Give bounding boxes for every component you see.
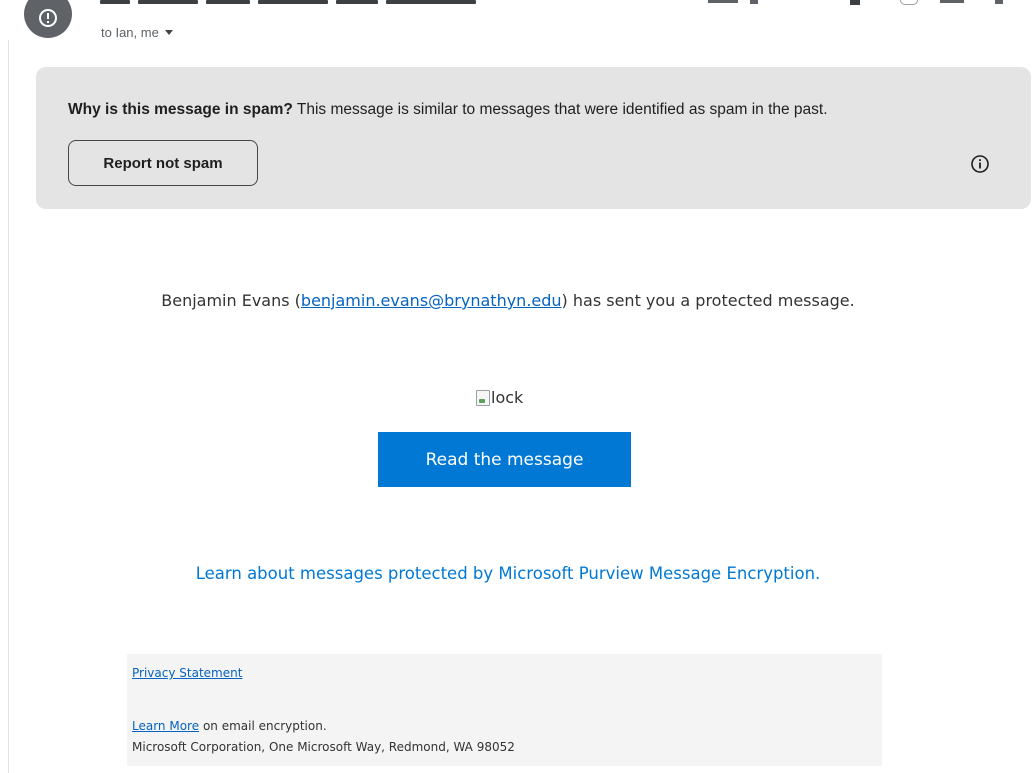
sender-line: Benjamin Evans (benjamin.evans@brynathyn… bbox=[161, 291, 855, 310]
spam-reason: Why is this message in spam? This messag… bbox=[68, 101, 828, 119]
report-not-spam-button[interactable]: Report not spam bbox=[68, 140, 258, 186]
learn-about-encryption-link[interactable]: Learn about messages protected by Micros… bbox=[163, 562, 853, 585]
privacy-statement-link[interactable]: Privacy Statement bbox=[132, 666, 242, 680]
encryption-footer: Privacy Statement Learn More on email en… bbox=[127, 654, 882, 766]
read-message-button[interactable]: Read the message bbox=[378, 432, 631, 487]
lock-image: lock bbox=[476, 388, 523, 407]
sender-avatar bbox=[24, 0, 72, 38]
recipients-label: to Ian, me bbox=[101, 25, 159, 40]
spam-question: Why is this message in spam? bbox=[68, 101, 293, 118]
recipients-line[interactable]: to Ian, me bbox=[101, 25, 173, 40]
left-divider bbox=[8, 40, 9, 773]
info-icon[interactable] bbox=[970, 154, 990, 174]
chevron-down-icon[interactable] bbox=[164, 30, 173, 35]
learn-more-link[interactable]: Learn More bbox=[132, 719, 199, 733]
lock-image-alt: lock bbox=[491, 388, 524, 407]
sender-name: Benjamin Evans bbox=[161, 291, 290, 310]
company-address: Microsoft Corporation, One Microsoft Way… bbox=[132, 740, 515, 754]
spam-explanation: This message is similar to messages that… bbox=[296, 101, 828, 118]
learn-more-line: Learn More on email encryption. bbox=[132, 719, 327, 733]
alert-icon bbox=[39, 9, 57, 27]
broken-image-icon bbox=[476, 389, 490, 406]
spam-warning-banner: Why is this message in spam? This messag… bbox=[36, 67, 1031, 209]
sent-text: has sent you a protected message. bbox=[572, 291, 855, 310]
learn-more-suffix: on email encryption. bbox=[202, 719, 327, 733]
sender-email-link[interactable]: benjamin.evans@brynathyn.edu bbox=[301, 291, 562, 310]
